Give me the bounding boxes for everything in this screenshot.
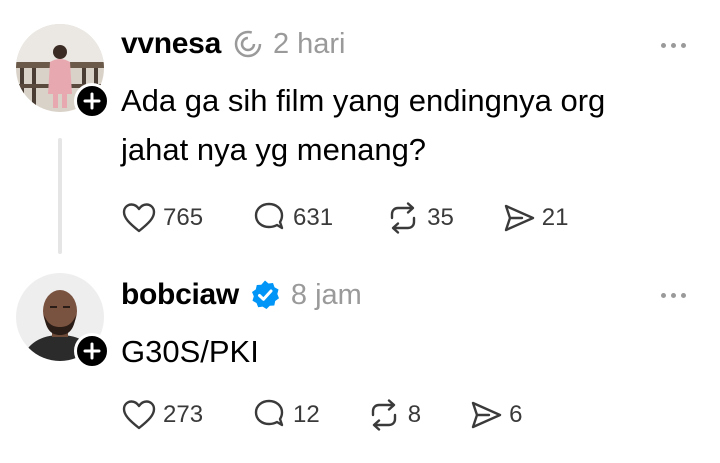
spiral-icon	[233, 29, 263, 59]
follow-button[interactable]	[74, 333, 110, 369]
post-text-line: jahat nya yg menang?	[121, 132, 427, 167]
thread-line	[58, 138, 62, 254]
follow-button[interactable]	[74, 83, 110, 119]
reply-count: 631	[293, 204, 334, 231]
share-button[interactable]: 21	[502, 202, 569, 234]
post-header: vvnesa 2 hari	[121, 22, 346, 66]
verified-icon	[249, 279, 281, 311]
post-text-line: G30S/PKI	[121, 334, 259, 369]
reply-count: 12	[293, 401, 320, 428]
more-options-icon[interactable]	[661, 43, 686, 48]
repost-count: 8	[407, 401, 422, 428]
like-button[interactable]: 273	[121, 399, 203, 431]
share-count: 21	[541, 204, 569, 231]
post-text: G30S/PKI	[121, 327, 681, 376]
reply-button[interactable]: 12	[251, 398, 320, 432]
repost-icon	[371, 399, 396, 431]
send-icon	[504, 204, 534, 232]
post-actions: 765 631 35 21	[121, 200, 569, 236]
share-button[interactable]: 6	[469, 399, 522, 431]
timestamp: 2 hari	[272, 27, 346, 60]
post-header: bobciaw 8 jam	[121, 273, 362, 317]
repost-icon	[390, 202, 416, 234]
reply-button[interactable]: 631	[251, 201, 333, 235]
repost-button[interactable]: 8	[366, 398, 421, 432]
heart-icon	[122, 400, 156, 430]
comment-icon	[254, 399, 284, 427]
like-count: 765	[163, 204, 204, 231]
send-icon	[471, 401, 502, 429]
heart-icon	[122, 203, 156, 233]
comment-icon	[254, 202, 284, 230]
plus-icon	[83, 92, 101, 110]
timestamp: 8 jam	[290, 278, 362, 311]
username[interactable]: vvnesa	[121, 27, 221, 61]
post-2: bobciaw 8 jam G30S/PKI 273 12 8 6	[0, 255, 720, 463]
repost-count: 35	[427, 204, 454, 231]
username[interactable]: bobciaw	[121, 278, 239, 312]
post-text-line: Ada ga sih film yang endingnya org	[121, 83, 606, 118]
like-button[interactable]: 765	[121, 202, 203, 234]
like-count: 273	[163, 401, 204, 428]
plus-icon	[83, 342, 101, 360]
share-count: 6	[509, 401, 523, 428]
repost-button[interactable]: 35	[385, 201, 454, 235]
post-text: Ada ga sih film yang endingnya org jahat…	[121, 76, 681, 174]
more-options-icon[interactable]	[661, 293, 686, 298]
post-1: vvnesa 2 hari Ada ga sih film yang endin…	[0, 0, 720, 255]
post-actions: 273 12 8 6	[121, 397, 522, 433]
